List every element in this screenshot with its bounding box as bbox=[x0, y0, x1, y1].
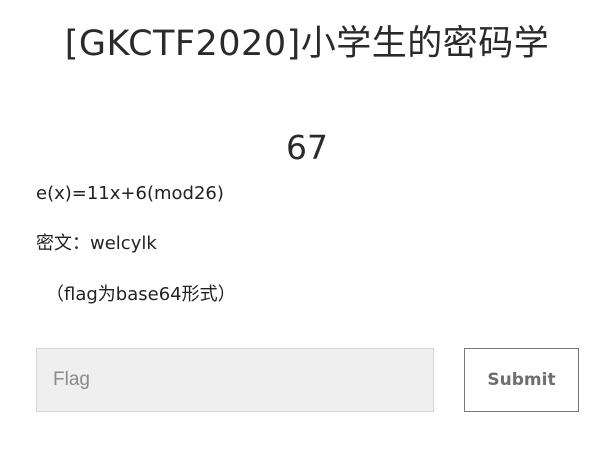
submit-button[interactable]: Submit bbox=[464, 348, 579, 412]
flag-input[interactable] bbox=[36, 348, 434, 412]
challenge-description-flag-format: （flag为base64形式） bbox=[46, 284, 236, 305]
challenge-description-equation: e(x)=11x+6(mod26) bbox=[36, 183, 224, 204]
challenge-panel: [GKCTF2020]小学生的密码学 67 e(x)=11x+6(mod26) … bbox=[0, 0, 614, 466]
challenge-title: [GKCTF2020]小学生的密码学 bbox=[64, 24, 550, 64]
challenge-description-ciphertext: 密文：welcylk bbox=[36, 233, 157, 254]
challenge-points: 67 bbox=[286, 128, 328, 167]
